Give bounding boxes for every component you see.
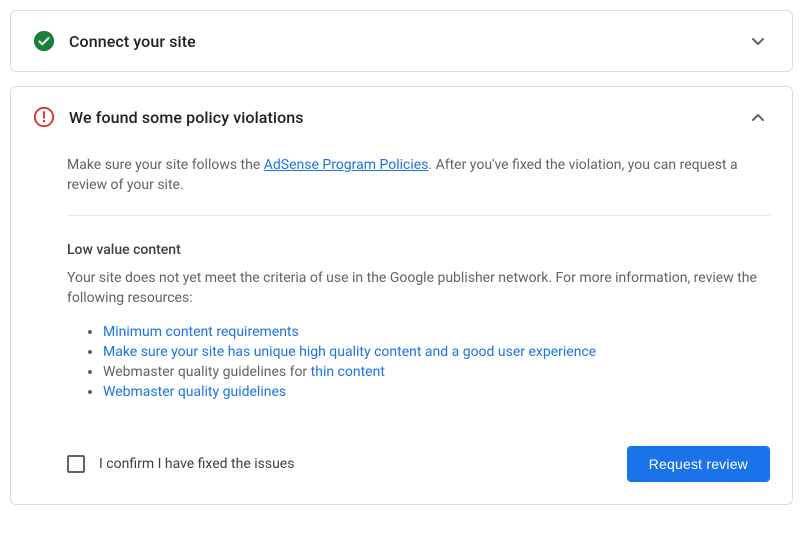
intro-text: Make sure your site follows the AdSense … xyxy=(67,147,770,215)
request-review-button[interactable]: Request review xyxy=(627,446,770,482)
confirm-checkbox-wrap: I confirm I have fixed the issues xyxy=(67,455,627,473)
link-thin-content[interactable]: thin content xyxy=(311,364,385,380)
chevron-up-icon xyxy=(746,105,770,129)
confirm-label: I confirm I have fixed the issues xyxy=(99,456,294,472)
confirm-checkbox[interactable] xyxy=(67,455,85,473)
card-violations-title: We found some policy violations xyxy=(69,108,746,127)
chevron-down-icon xyxy=(746,29,770,53)
resource-list: Minimum content requirements Make sure y… xyxy=(67,322,770,402)
section-title: Low value content xyxy=(67,220,770,268)
card-violations-body: Make sure your site follows the AdSense … xyxy=(11,147,792,504)
link-quality-guidelines[interactable]: Webmaster quality guidelines xyxy=(103,384,286,400)
card-violations-header[interactable]: We found some policy violations xyxy=(11,87,792,147)
list-item: Make sure your site has unique high qual… xyxy=(103,342,770,362)
card-connect-site: Connect your site xyxy=(10,10,793,72)
list-item: Webmaster quality guidelines xyxy=(103,382,770,402)
section-text: Your site does not yet meet the criteria… xyxy=(67,268,770,308)
list-item: Webmaster quality guidelines for thin co… xyxy=(103,362,770,382)
list-item: Minimum content requirements xyxy=(103,322,770,342)
alert-circle-icon xyxy=(33,106,55,128)
policies-link[interactable]: AdSense Program Policies xyxy=(264,157,429,173)
check-circle-icon xyxy=(33,30,55,52)
footer-row: I confirm I have fixed the issues Reques… xyxy=(67,446,770,482)
card-connect-title: Connect your site xyxy=(69,32,746,51)
card-connect-header[interactable]: Connect your site xyxy=(11,11,792,71)
divider xyxy=(67,215,770,216)
link-min-content[interactable]: Minimum content requirements xyxy=(103,324,299,340)
link-unique-content[interactable]: Make sure your site has unique high qual… xyxy=(103,344,596,360)
card-policy-violations: We found some policy violations Make sur… xyxy=(10,86,793,505)
